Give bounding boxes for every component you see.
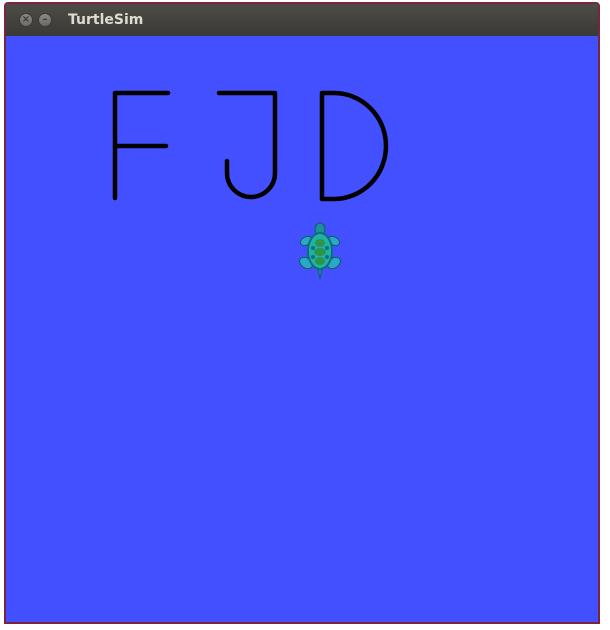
drawing-surface [112, 90, 389, 280]
minimize-icon: – [42, 14, 48, 25]
letter-f-path [112, 90, 171, 201]
close-button[interactable]: × [19, 13, 33, 27]
minimize-button[interactable]: – [38, 13, 52, 27]
letter-d-path [319, 90, 389, 202]
title-bar[interactable]: × – TurtleSim [6, 4, 598, 36]
turtle-canvas[interactable] [6, 36, 598, 622]
turtle-icon [299, 222, 341, 280]
window-title: TurtleSim [68, 12, 144, 28]
letter-j-path [216, 90, 278, 200]
turtlesim-window: × – TurtleSim [4, 2, 600, 624]
close-icon: × [21, 14, 31, 25]
